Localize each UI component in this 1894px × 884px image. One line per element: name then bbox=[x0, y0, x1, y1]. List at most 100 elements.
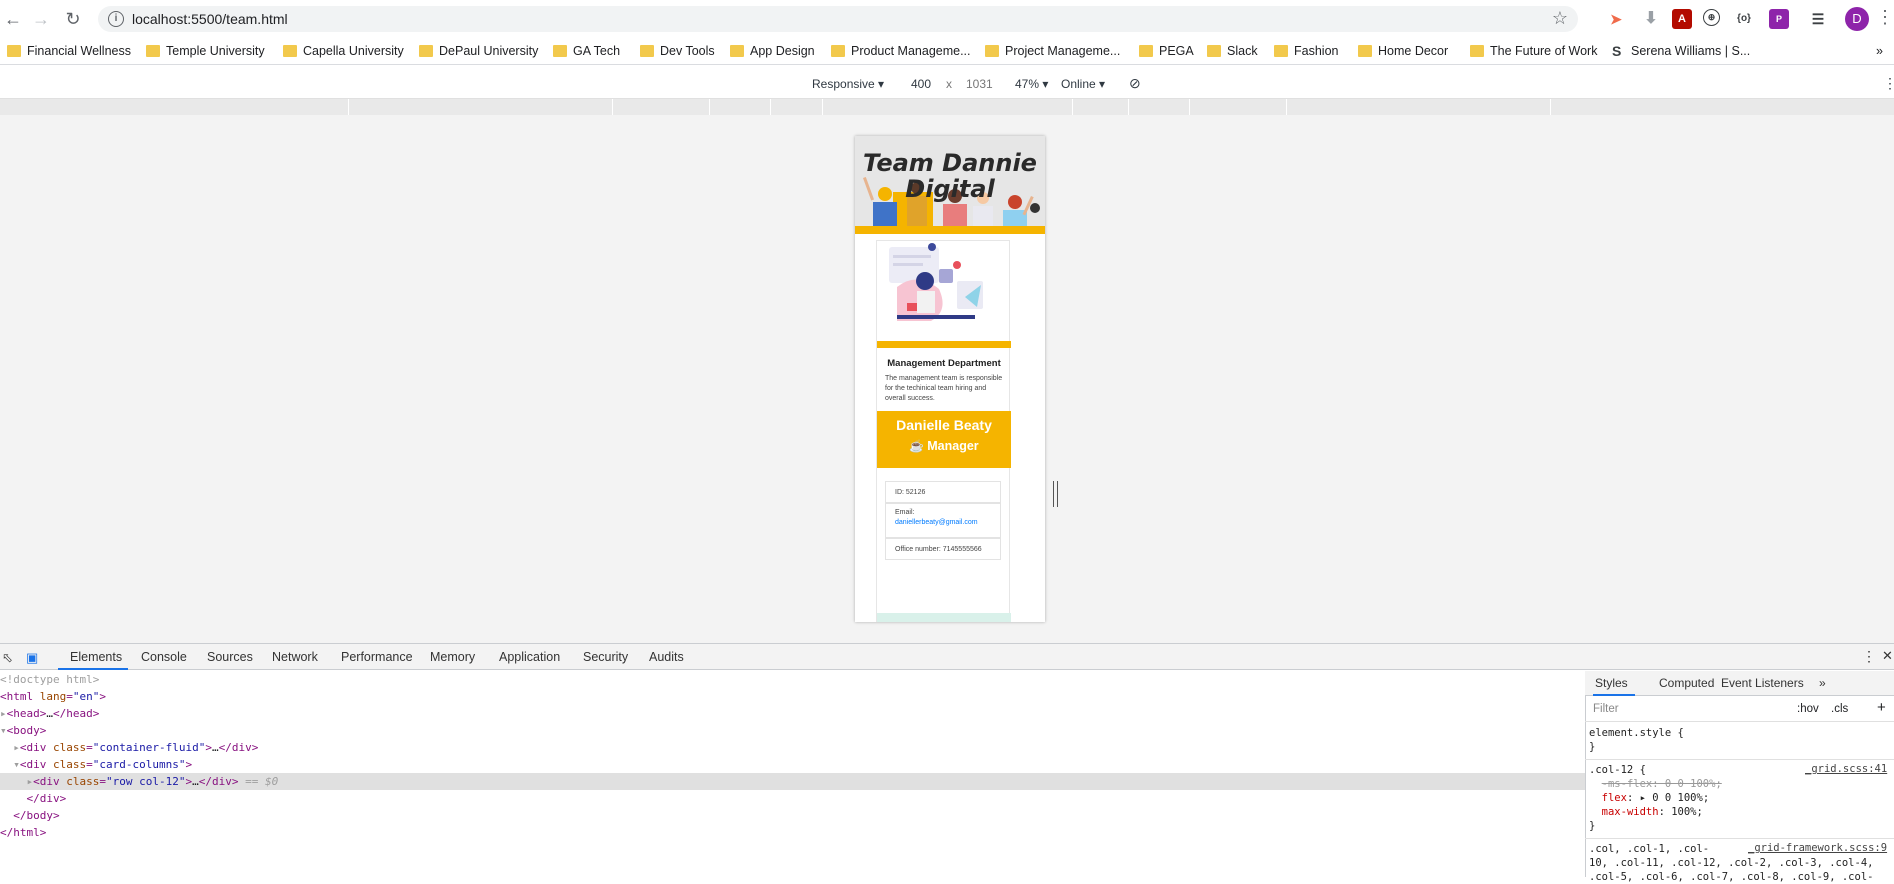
bookmark-item[interactable]: App Design bbox=[730, 42, 815, 60]
bookmark-label: The Future of Work bbox=[1490, 44, 1598, 58]
media-queue-icon[interactable]: ☰ bbox=[1808, 9, 1828, 29]
back-arrow-icon[interactable]: ← bbox=[2, 8, 24, 30]
bookmark-item[interactable]: Temple University bbox=[146, 42, 265, 60]
json-icon[interactable]: {o} bbox=[1734, 9, 1754, 29]
selected-node-marker: == $0 bbox=[245, 775, 279, 788]
tab-security[interactable]: Security bbox=[583, 650, 628, 664]
dom-doctype[interactable]: <!doctype html> bbox=[0, 671, 1585, 688]
zoom-select[interactable]: 47% ▾ bbox=[1015, 77, 1048, 91]
folder-icon bbox=[553, 45, 567, 57]
network-label: Online bbox=[1061, 77, 1096, 91]
browser-menu-icon[interactable]: ⋮ bbox=[1876, 7, 1894, 28]
tab-network[interactable]: Network bbox=[272, 650, 318, 664]
bookmark-item[interactable]: S Serena Williams | S... bbox=[1611, 42, 1750, 60]
bookmark-item[interactable]: Fashion bbox=[1274, 42, 1338, 60]
bookmark-label: Serena Williams | S... bbox=[1631, 44, 1751, 58]
dom-div-container[interactable]: ▸<div class="container-fluid">…</div> bbox=[0, 739, 1585, 756]
tab-computed[interactable]: Computed bbox=[1659, 676, 1714, 690]
tag-name: head bbox=[13, 707, 40, 720]
device-toggle-icon[interactable]: ▣ bbox=[26, 650, 38, 666]
folder-icon bbox=[1274, 45, 1288, 57]
devtools-tabbar: ⬁ ▣ Elements Console Sources Network Per… bbox=[0, 643, 1894, 670]
forward-arrow-icon[interactable]: → bbox=[30, 8, 52, 30]
more-tabs-icon[interactable]: » bbox=[1819, 676, 1826, 690]
profile-avatar[interactable]: D bbox=[1845, 7, 1869, 31]
close-devtools-icon[interactable]: ✕ bbox=[1882, 648, 1893, 664]
rotate-icon[interactable]: ⊘ bbox=[1129, 75, 1141, 92]
bookmark-item[interactable]: The Future of Work bbox=[1470, 42, 1597, 60]
collapsed-ellipsis: … bbox=[46, 707, 53, 720]
tab-application[interactable]: Application bbox=[499, 650, 560, 664]
bookmark-item[interactable]: Dev Tools bbox=[640, 42, 715, 60]
folder-icon bbox=[1207, 45, 1221, 57]
device-select[interactable]: Responsive ▾ bbox=[812, 77, 884, 91]
bookmark-item[interactable]: Slack bbox=[1207, 42, 1258, 60]
tab-performance[interactable]: Performance bbox=[341, 650, 413, 664]
folder-icon bbox=[1470, 45, 1484, 57]
bookmark-item[interactable]: Financial Wellness bbox=[7, 42, 131, 60]
dom-div-close[interactable]: </div> bbox=[0, 790, 1585, 807]
device-menu-icon[interactable]: ⋮ bbox=[1883, 75, 1894, 92]
folder-icon bbox=[1139, 45, 1153, 57]
tab-sources[interactable]: Sources bbox=[207, 650, 253, 664]
dom-head-node[interactable]: ▸<head>…</head> bbox=[0, 705, 1585, 722]
tab-styles[interactable]: Styles bbox=[1595, 676, 1628, 690]
email-label: Email: bbox=[895, 509, 915, 516]
tab-memory[interactable]: Memory bbox=[430, 650, 475, 664]
styles-tabbar: Styles Computed Event Listeners » bbox=[1585, 671, 1894, 696]
bookmark-star-icon[interactable]: ☆ bbox=[1552, 8, 1568, 29]
dom-html-node[interactable]: <html lang="en"> bbox=[0, 688, 1585, 705]
bookmark-item[interactable]: Product Manageme... bbox=[831, 42, 971, 60]
extension-circle-icon[interactable]: ⊕ bbox=[1703, 9, 1720, 26]
rule-selector-cont: 10, .col-11, .col-12, .col-2, .col-3, .c… bbox=[1589, 857, 1874, 869]
attr-value: "en" bbox=[72, 690, 100, 703]
employee-role: ☕ Manager bbox=[877, 439, 1011, 453]
new-rule-icon[interactable]: + bbox=[1877, 699, 1886, 716]
bookmark-item[interactable]: DePaul University bbox=[419, 42, 538, 60]
devtools-menu-icon[interactable]: ⋮ bbox=[1862, 648, 1876, 665]
email-link[interactable]: daniellerbeaty@gmail.com bbox=[895, 518, 991, 528]
hover-state-toggle[interactable]: :hov bbox=[1797, 703, 1819, 715]
height-field[interactable]: 1031 bbox=[966, 77, 993, 91]
bookmark-item[interactable]: Home Decor bbox=[1358, 42, 1448, 60]
reload-icon[interactable]: ↻ bbox=[62, 8, 84, 30]
bookmark-item[interactable]: GA Tech bbox=[553, 42, 620, 60]
attr-name: class bbox=[66, 775, 100, 788]
element-style-rule[interactable]: element.style { } bbox=[1589, 726, 1684, 754]
dom-div-card-columns[interactable]: ▾<div class="card-columns"> bbox=[0, 756, 1585, 773]
col12-rule[interactable]: .col-12 { -ms-flex: 0 0 100%; flex: ▸ 0 … bbox=[1589, 763, 1722, 833]
extension-purple-icon[interactable]: P bbox=[1769, 9, 1789, 29]
network-select[interactable]: Online ▾ bbox=[1061, 77, 1105, 91]
tab-elements[interactable]: Elements bbox=[70, 650, 122, 664]
source-link[interactable]: _grid-framework.scss:9 bbox=[1748, 842, 1887, 854]
active-styles-tab-indicator bbox=[1593, 694, 1635, 696]
tab-event-listeners[interactable]: Event Listeners bbox=[1721, 676, 1804, 690]
tag-name: div bbox=[231, 741, 252, 754]
source-link[interactable]: _grid.scss:41 bbox=[1805, 763, 1887, 775]
site-info-icon[interactable]: i bbox=[108, 11, 124, 27]
media-query-ruler[interactable] bbox=[0, 99, 1894, 115]
dom-div-row-selected[interactable]: ▸<div class="row col-12">…</div> == $0 bbox=[0, 773, 1585, 790]
acrobat-icon[interactable]: A bbox=[1672, 9, 1692, 29]
emulated-page: Team Dannie Digital Management Departmen… bbox=[855, 136, 1045, 622]
address-bar[interactable]: i localhost:5500/team.html ☆ bbox=[98, 6, 1578, 32]
download-icon[interactable]: ⬇ bbox=[1641, 9, 1661, 29]
resize-handle-right[interactable] bbox=[1053, 481, 1058, 507]
bookmark-label: Dev Tools bbox=[660, 44, 715, 58]
extension-arrow-icon[interactable]: ➤ bbox=[1606, 9, 1626, 29]
bookmark-item[interactable]: PEGA bbox=[1139, 42, 1194, 60]
inspect-element-icon[interactable]: ⬁ bbox=[2, 650, 13, 666]
bookmark-item[interactable]: Project Manageme... bbox=[985, 42, 1120, 60]
dom-body-node[interactable]: ▾<body> bbox=[0, 722, 1585, 739]
dom-body-close[interactable]: </body> bbox=[0, 807, 1585, 824]
bookmark-item[interactable]: Capella University bbox=[283, 42, 404, 60]
tab-console[interactable]: Console bbox=[141, 650, 187, 664]
class-toggle[interactable]: .cls bbox=[1831, 703, 1848, 715]
folder-icon bbox=[146, 45, 160, 57]
tab-audits[interactable]: Audits bbox=[649, 650, 684, 664]
tag-name: div bbox=[26, 758, 47, 771]
dom-html-close[interactable]: </html> bbox=[0, 824, 1585, 841]
styles-filter-input[interactable]: Filter bbox=[1593, 703, 1619, 715]
bookmarks-overflow-icon[interactable]: » bbox=[1876, 42, 1883, 60]
width-field[interactable]: 400 bbox=[911, 77, 931, 91]
